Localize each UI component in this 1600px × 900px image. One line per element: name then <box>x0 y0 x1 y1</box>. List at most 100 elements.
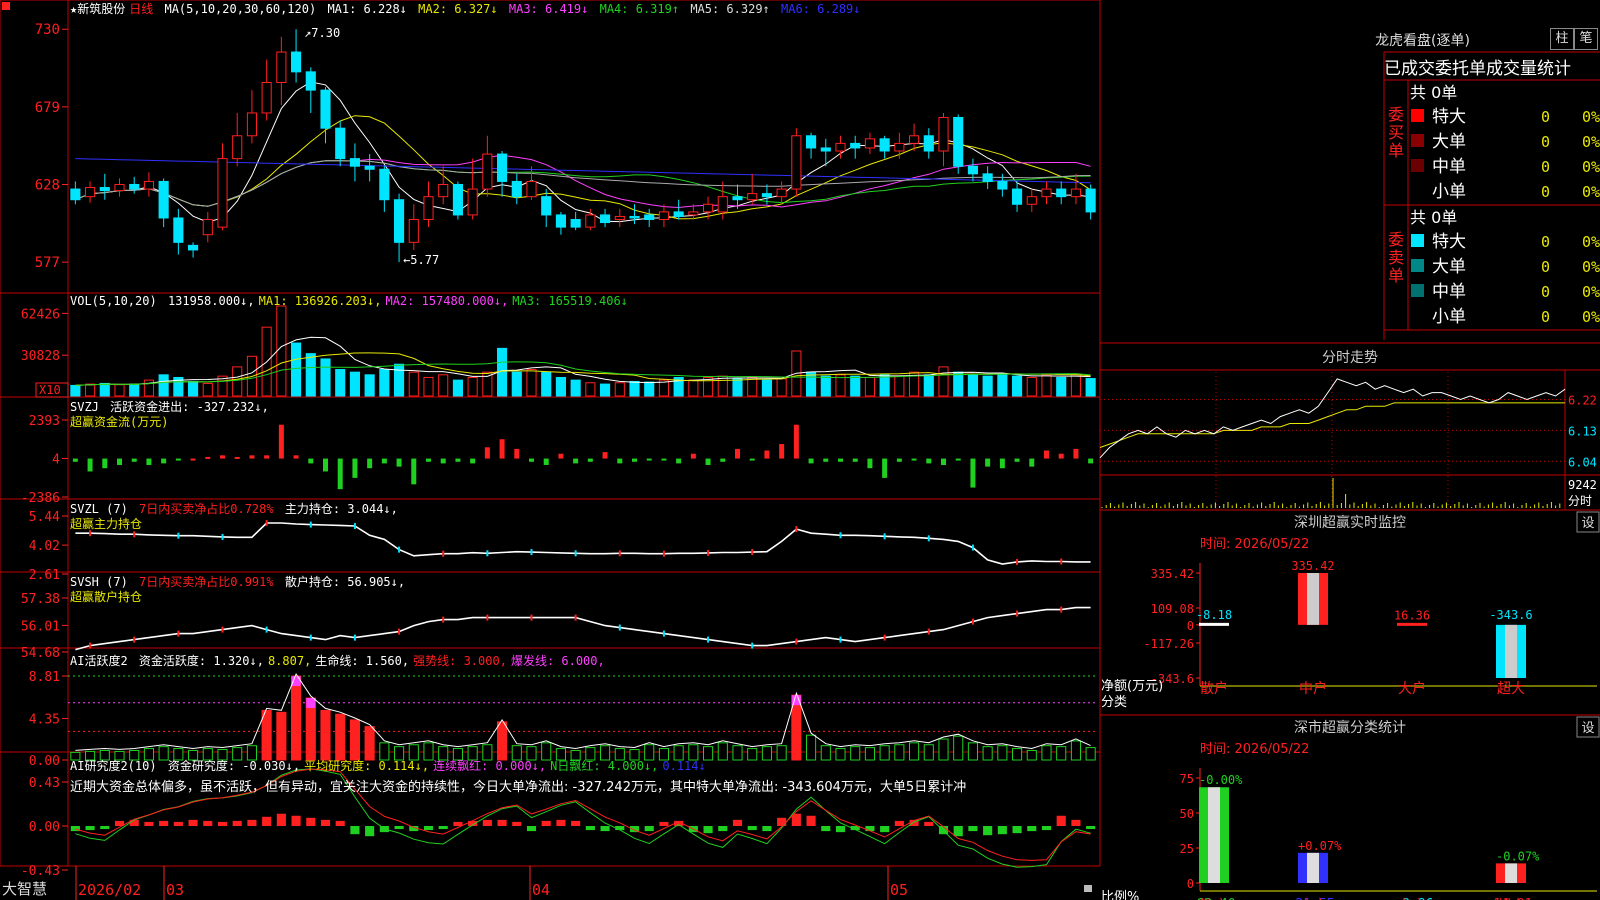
sell-row-pct: 0% <box>1582 308 1600 326</box>
ai-res-label3: N日飘红: 4.000↓, <box>550 759 659 773</box>
ai-act-bar <box>909 742 920 761</box>
ai-act-tick-label: 8.81 <box>29 670 60 685</box>
sz-category-bar-highlight <box>1505 863 1517 883</box>
volume-bar <box>776 378 787 397</box>
candle-down <box>511 180 522 198</box>
svzj-bar <box>396 458 402 467</box>
ai-res-panel-header: AI研究度2(10) 资金研究度: -0.030↓, 平均研究度: 0.114↓,… <box>70 757 710 774</box>
ai-commentary: 近期大资金总体偏多，虽不活跃，但有异动，宜关注大资金的持续性，今日大单净流出: … <box>70 780 967 795</box>
sz-monitor-category: 大户 <box>1398 680 1426 697</box>
candle-up <box>747 193 758 201</box>
ma10-line <box>75 115 1091 220</box>
volume-bar <box>99 382 110 397</box>
ai-act-label2: 生命线: 1.560, <box>315 654 410 668</box>
ai-act-bar <box>864 747 875 761</box>
volume-bar <box>364 374 375 397</box>
volume-bar <box>202 382 213 397</box>
sz-category-ylabel: 比例% <box>1101 890 1139 900</box>
volume-bar <box>408 371 419 397</box>
volume-bar <box>452 379 463 397</box>
candle-down <box>732 196 743 201</box>
ai-res-tick-label: 0.43 <box>29 776 60 791</box>
ai-res-bar <box>880 826 890 833</box>
menu-icon[interactable] <box>2 2 10 10</box>
buy-row-pct: 0% <box>1582 133 1600 151</box>
volume-bar <box>188 380 199 397</box>
ai-act-bar <box>276 711 287 761</box>
ai-act-bar <box>982 746 993 761</box>
candle-up <box>114 183 125 192</box>
sz-monitor-bar-highlight <box>1505 624 1517 678</box>
ai-res-bar <box>217 821 228 826</box>
svzj-bar <box>161 458 167 464</box>
volume-bar <box>438 374 449 397</box>
sz-monitor-ylabel: 净额(万元) <box>1101 679 1163 694</box>
svzj-tick-label: -2386 <box>21 491 60 506</box>
svzj-bar <box>72 458 78 462</box>
svzj-bar <box>602 452 608 459</box>
sz-monitor-value-label: -8.18 <box>1196 608 1232 622</box>
ai-act-bar <box>1041 745 1052 761</box>
sz-category-title: 深市超赢分类统计 <box>1294 719 1406 736</box>
candle-up <box>217 158 228 228</box>
buy-row-count: 0 <box>1541 108 1550 126</box>
candle-down <box>188 244 199 251</box>
sell-row-label: 大单 <box>1432 257 1466 277</box>
buy-row-label: 特大 <box>1432 107 1466 127</box>
candle-down <box>982 173 993 182</box>
buy-row-pct: 0% <box>1582 108 1600 126</box>
sz-monitor-settings-button: 设 <box>1581 516 1594 531</box>
buy-row-pct: 0% <box>1582 158 1600 176</box>
ai-res-bar <box>835 826 846 833</box>
svzj-bar <box>690 453 696 459</box>
tick-mode-button[interactable]: 笔 <box>1574 28 1598 50</box>
ai-res-bar <box>571 820 581 826</box>
ai-res-bar <box>997 826 1007 835</box>
buy-side-label: 委 <box>1388 105 1404 124</box>
buy-row-pct: 0% <box>1582 183 1600 201</box>
svzj-bar <box>293 455 299 459</box>
buy-row-label: 大单 <box>1432 132 1466 152</box>
period-label: 日线 <box>129 2 154 16</box>
intraday-tick-label: 6.13 <box>1568 424 1597 438</box>
candle-down <box>173 217 184 243</box>
ai-act-bar <box>1026 749 1037 761</box>
candle-down <box>129 183 140 190</box>
volume-bar <box>1056 376 1067 397</box>
candle-up <box>938 117 949 152</box>
candle-down <box>99 187 110 192</box>
svzj-bar <box>955 458 961 461</box>
volume-bar <box>953 371 964 397</box>
volume-bar <box>85 383 96 397</box>
ai-res-bar <box>1041 826 1052 831</box>
low-annotation: ←5.77 <box>403 253 439 267</box>
bar-mode-button[interactable]: 柱 <box>1550 28 1574 50</box>
volume-bar <box>820 375 831 397</box>
sz-monitor-category: 散户 <box>1200 680 1228 697</box>
volume-bar <box>129 383 140 397</box>
svzl-name: SVZL (7) <box>70 502 128 516</box>
svzj-bar <box>970 458 976 488</box>
svzj-bar <box>411 458 417 485</box>
left-frame <box>0 0 1101 867</box>
ai-res-bar <box>173 821 183 826</box>
ai-act-bar <box>747 748 758 761</box>
svzj-bar <box>87 458 93 472</box>
ai-act-bar <box>923 744 934 761</box>
volume-bar <box>114 384 125 397</box>
candle-up <box>614 215 625 220</box>
vol-ma2: MA2: 157480.000↓, <box>385 294 509 308</box>
candle-down <box>320 89 331 129</box>
sz-monitor-title: 深圳超赢实时监控 <box>1294 514 1406 531</box>
dragon-tiger-title: 龙虎看盘(逐单) <box>1375 33 1470 49</box>
sz-category-tick-label: 25 <box>1180 842 1194 856</box>
buy-row-count: 0 <box>1541 158 1550 176</box>
sell-side-label: 单 <box>1388 266 1404 285</box>
svzj-bar <box>175 458 181 461</box>
sell-row-count: 0 <box>1541 283 1550 301</box>
date-label: 2026/02 <box>78 881 141 899</box>
ai-act-bar <box>879 745 890 761</box>
ai-res-bar <box>144 821 154 826</box>
intraday-tick-label: 6.04 <box>1568 455 1597 469</box>
ai-res-bar <box>1086 826 1096 830</box>
